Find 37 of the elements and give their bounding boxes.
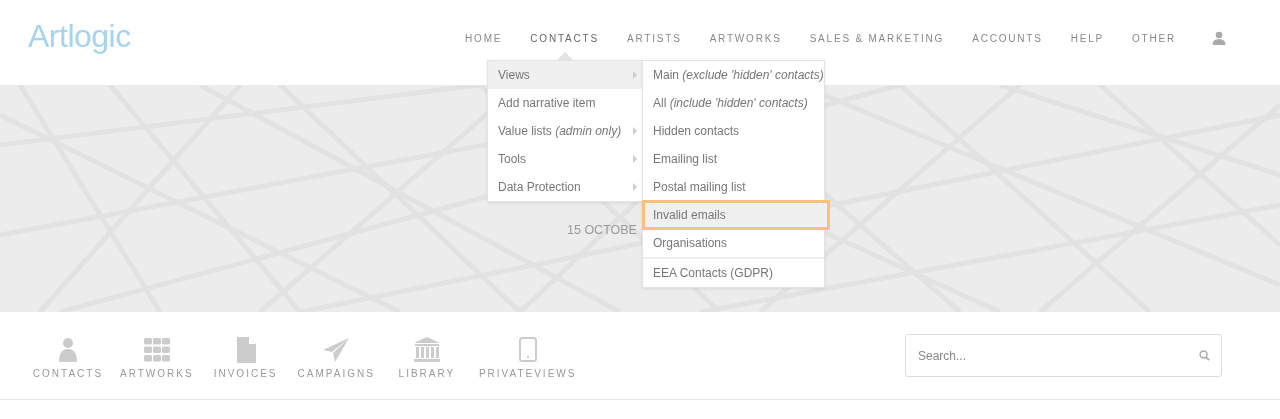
shortcut-link[interactable]: CONTACTS (32, 336, 104, 379)
menu-item[interactable]: Organisations (643, 229, 824, 257)
submenu-arrow-icon (633, 155, 637, 163)
nav-link[interactable]: HOME (465, 32, 503, 44)
menu-item[interactable]: Invalid emails (643, 201, 829, 229)
exhibition-date: 15 OCTOBE (567, 223, 637, 237)
paper-plane-icon (322, 336, 351, 363)
menu-item[interactable]: Main (exclude 'hidden' contacts) (643, 61, 824, 89)
shortcut-link[interactable]: CAMPAIGNS (297, 336, 375, 379)
shortcut-link[interactable]: ARTWORKS (120, 336, 194, 379)
menu-item[interactable]: Data Protection (488, 173, 643, 201)
shortcut-link[interactable]: PRIVATEVIEWS (478, 336, 577, 379)
menu-item[interactable]: Value lists (admin only) (488, 117, 643, 145)
nav-link[interactable]: OTHER (1132, 32, 1176, 44)
menu-item[interactable]: Postal mailing list (643, 173, 824, 201)
nav-link[interactable]: SALES & MARKETING (809, 32, 945, 44)
search-field[interactable]: Search... (905, 334, 1222, 377)
submenu-arrow-icon (633, 71, 637, 79)
menu-item[interactable]: Hidden contacts (643, 117, 824, 145)
submenu-arrow-icon (633, 183, 637, 191)
nav-link[interactable]: HELP (1070, 32, 1104, 44)
menu-item[interactable]: EEA Contacts (GDPR) (643, 257, 824, 287)
grid-icon (142, 336, 171, 363)
user-icon[interactable] (1212, 31, 1226, 45)
bank-building-icon (412, 336, 441, 363)
menu-item[interactable]: Emailing list (643, 145, 824, 173)
menu-item[interactable]: Views (488, 61, 643, 89)
menu-item[interactable]: All (include 'hidden' contacts) (643, 89, 824, 117)
nav-link[interactable]: ARTISTS (626, 32, 682, 44)
nav-link[interactable]: ARTWORKS (709, 32, 782, 44)
shortcut-link[interactable]: LIBRARY (390, 336, 463, 379)
nav-link[interactable]: ACCOUNTS (972, 32, 1043, 44)
search-icon[interactable] (1199, 350, 1210, 361)
shortcut-link[interactable]: INVOICES (209, 336, 282, 379)
submenu-arrow-icon (633, 127, 637, 135)
menu-item[interactable]: Tools (488, 145, 643, 173)
menu-item[interactable]: Add narrative item (488, 89, 643, 117)
